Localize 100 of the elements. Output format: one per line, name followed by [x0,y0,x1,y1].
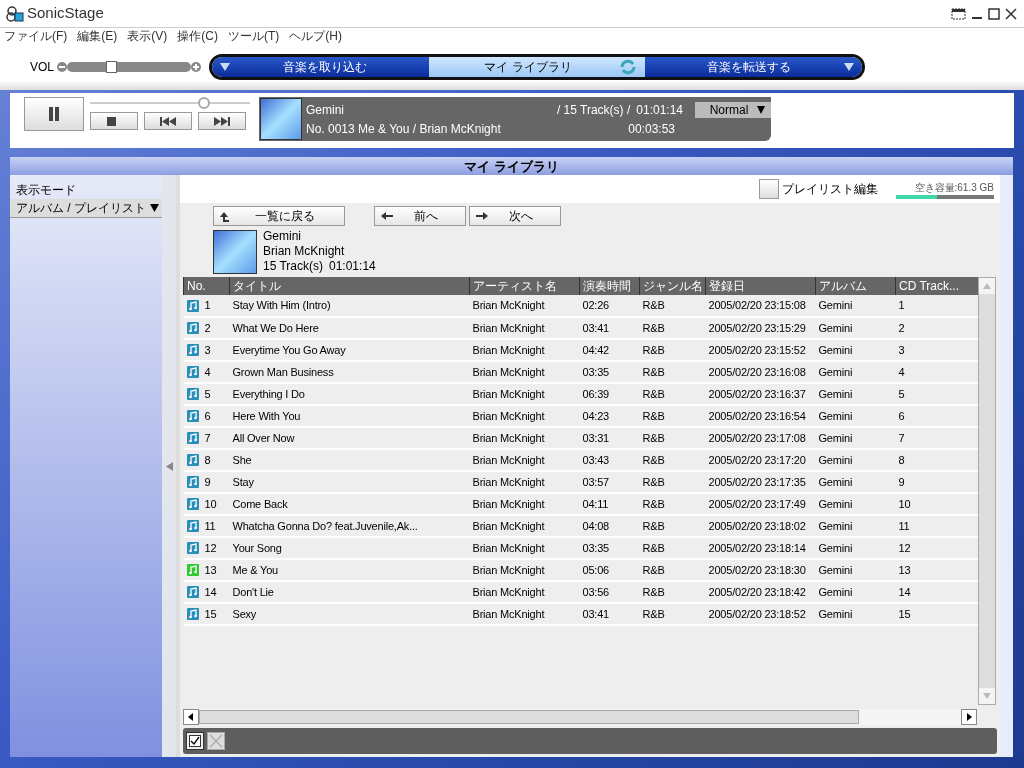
next-button[interactable] [198,112,246,130]
table-cell-text: 4 [204,364,211,380]
nav-button[interactable]: 次へ [469,206,561,226]
table-cell-text: 12 [204,540,217,556]
table-cell-text: 5 [204,386,211,402]
column-header[interactable]: CD Track... [895,277,978,295]
column-header[interactable]: ジャンル名 [639,277,706,295]
table-cell: Grown Man Business [229,361,470,383]
menu-item[interactable]: 操作(C) [177,27,218,45]
column-header[interactable]: 演奏時間 [579,277,640,295]
stop-button[interactable] [90,112,138,130]
table-cell: Gemini [815,449,896,471]
column-header[interactable]: タイトル [229,277,470,295]
table-cell: R&B [639,383,706,405]
column-header[interactable]: アーティスト名 [469,277,580,295]
album-duration: 01:01:14 [329,259,376,274]
table-cell: Brian McKnight [469,339,580,361]
dropdown-arrow-icon [150,204,159,212]
maximize-icon[interactable] [987,6,1001,21]
table-cell: Sexy [229,603,470,625]
table-cell: 03:56 [579,581,640,603]
table-cell: Stay With Him (Intro) [229,295,470,317]
dropdown-arrow-icon [844,63,855,71]
table-cell: 03:41 [579,317,640,339]
mode-tab[interactable]: 音楽を転送する [645,57,862,77]
pause-button[interactable] [24,97,84,131]
table-cell: R&B [639,515,706,537]
nav-button[interactable]: 前へ [374,206,466,226]
table-cell: Gemini [815,361,896,383]
table-cell: 05:06 [579,559,640,581]
table-cell: Brian McKnight [469,559,580,581]
minus-icon[interactable] [57,62,67,72]
table-cell: R&B [639,537,706,559]
table-cell: 2005/02/20 23:15:52 [705,339,816,361]
view-mode-dropdown[interactable]: アルバム / プレイリスト [10,199,162,218]
menu-item[interactable]: ファイル(F) [4,27,68,45]
left-arrow-icon [381,210,393,222]
table-cell-text: 14 [204,584,217,600]
table-cell: R&B [639,449,706,471]
table-cell: 04:42 [579,339,640,361]
nav-button[interactable]: 一覧に戻る [213,206,345,226]
table-cell: Gemini [815,317,896,339]
table-cell: Don't Lie [229,581,470,603]
menu-item[interactable]: 編集(E) [77,27,118,45]
table-cell-text: 10 [204,496,217,512]
vertical-scrollbar[interactable] [977,277,996,705]
menu-item[interactable]: ツール(T) [228,27,280,45]
previous-icon [160,115,176,127]
table-cell: 2005/02/20 23:17:20 [705,449,816,471]
dropdown-arrow-icon [220,63,230,71]
table-cell: Brian McKnight [469,317,580,339]
table-cell: Gemini [815,493,896,515]
table-cell: 2005/02/20 23:16:37 [705,383,816,405]
table-cell: 03:41 [579,603,640,625]
scroll-up-icon [978,278,995,294]
table-cell: Brian McKnight [469,295,580,317]
scroll-down-icon [978,688,995,704]
collapse-arrow-icon[interactable] [165,461,173,471]
scroll-left-icon [183,709,199,725]
previous-button[interactable] [144,112,192,130]
menu-item[interactable]: ヘルプ(H) [289,27,342,45]
playlist-edit-label: プレイリスト編集 [782,181,878,198]
table-cell: 03:35 [579,361,640,383]
checkbox-icon[interactable] [186,732,204,750]
table-cell: Stay [229,471,470,493]
mode-tab[interactable]: マイ ライブラリ [428,57,646,77]
track-count: 15 Track(s) [263,259,323,274]
table-cell: R&B [639,471,706,493]
table-cell: Brian McKnight [469,471,580,493]
plus-icon[interactable] [191,62,201,72]
table-cell-text: 2 [204,320,211,336]
playlist-edit-checkbox[interactable] [759,179,779,199]
seek-thumb[interactable] [198,97,211,109]
menu-item[interactable]: 表示(V) [127,27,168,45]
mini-mode-icon[interactable] [951,6,967,21]
table-cell: Gemini [815,515,896,537]
close-icon[interactable] [1004,6,1018,21]
volume-thumb[interactable] [106,61,118,73]
table-cell-text: 8 [204,452,211,468]
next-icon [214,115,230,127]
play-mode-dropdown[interactable]: Normal [695,101,771,118]
table-cell: Gemini [815,537,896,559]
table-cell: 2005/02/20 23:15:29 [705,317,816,339]
column-header[interactable]: アルバム [815,277,896,295]
horizontal-scrollbar[interactable] [183,709,977,725]
free-space-label: 空き容量:61.3 GB [914,180,994,195]
column-header[interactable]: 登録日 [705,277,816,295]
column-header[interactable]: No. [183,277,230,295]
total-time: 01:01:14 [636,101,683,119]
table-cell: Brian McKnight [469,427,580,449]
mode-tab[interactable]: 音楽を取り込む [212,57,429,77]
album-art-placeholder [213,229,257,274]
table-cell: Whatcha Gonna Do? feat.Juvenile,Ak... [229,515,470,537]
window-title: SonicStage [27,3,104,24]
table-cell: All Over Now [229,427,470,449]
volume-slider[interactable] [67,62,191,72]
table-cell: Here With You [229,405,470,427]
table-cell: R&B [639,493,706,515]
table-cell: R&B [639,559,706,581]
table-cell: Brian McKnight [469,361,580,383]
